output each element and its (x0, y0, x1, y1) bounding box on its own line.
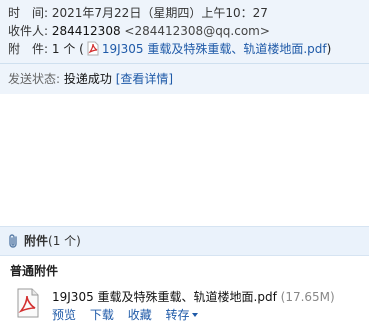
normal-attachments-title: 普通附件 (10, 264, 59, 278)
attachment-label: 附 件: (8, 42, 49, 56)
attachment-file-link[interactable]: 19J305 重载及特殊重载、轨道楼地面.pdf (102, 42, 327, 56)
attachment-close: ) (326, 42, 332, 56)
recipient-name[interactable]: 284412308 (52, 24, 121, 38)
attachment-actions: 预览 下载 收藏 转存 (52, 307, 208, 323)
recipient-label: 收件人: (8, 24, 49, 38)
status-detail-link[interactable]: [查看详情] (116, 72, 173, 86)
attachment-file-size: (17.65M) (280, 290, 335, 304)
forward-label: 转存 (165, 308, 190, 322)
attachments-title-text: 附件 (24, 234, 49, 248)
chevron-down-icon (191, 313, 198, 317)
status-row: 发送状态: 投递成功 [查看详情] (8, 70, 173, 88)
mail-header: 时 间: 2021年7月22日（星期四）上午10：27 收件人: 2844123… (0, 0, 369, 94)
attachment-file: 19J305 重载及特殊重载、轨道楼地面.pdf (17.65M) (52, 289, 335, 305)
recipient-row: 收件人: 284412308 <284412308@qq.com> (8, 22, 270, 40)
status-value: 投递成功 (63, 72, 112, 86)
attachment-row: 附 件: 1 个 ( 19J305 重载及特殊重载、轨道楼地面.pdf) (8, 40, 331, 58)
attachments-title: 附件(1 个) (24, 227, 81, 255)
attachments-bar: 附件(1 个) (0, 226, 369, 256)
download-link[interactable]: 下载 (90, 308, 114, 322)
time-value: 2021年7月22日（星期四）上午10：27 (51, 6, 268, 20)
pdf-icon (17, 288, 39, 318)
attachment-file-name[interactable]: 19J305 重载及特殊重载、轨道楼地面.pdf (52, 290, 277, 304)
divider (0, 63, 369, 64)
favorite-link[interactable]: 收藏 (128, 308, 152, 322)
forward-dropdown[interactable]: 转存 (166, 308, 198, 322)
paperclip-icon (9, 234, 17, 248)
preview-link[interactable]: 预览 (52, 308, 76, 322)
recipient-email: <284412308@qq.com> (124, 24, 270, 38)
time-row: 时 间: 2021年7月22日（星期四）上午10：27 (8, 4, 268, 22)
attachment-count: 1 个 ( (51, 42, 84, 56)
attachments-count: (1 个) (48, 234, 81, 248)
time-label: 时 间: (8, 6, 49, 20)
pdf-icon (87, 41, 99, 56)
status-label: 发送状态: (8, 72, 61, 86)
